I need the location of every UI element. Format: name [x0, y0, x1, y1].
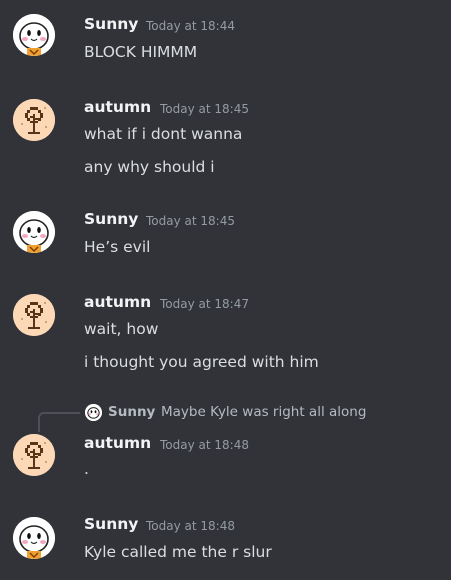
reply-avatar[interactable] — [85, 404, 102, 421]
timestamp: Today at 18:45 — [160, 102, 249, 116]
pixel-tree-avatar-icon — [13, 294, 55, 336]
timestamp: Today at 18:47 — [160, 297, 249, 311]
message-text: He’s evil — [84, 238, 151, 256]
avatar[interactable] — [13, 517, 55, 559]
message-text: BLOCK HIMMM — [84, 43, 198, 61]
pixel-tree-avatar-icon — [13, 99, 55, 141]
message-text: Kyle called me the r slur — [84, 543, 272, 561]
username[interactable]: autumn — [84, 293, 151, 311]
timestamp: Today at 18:44 — [146, 19, 235, 33]
message-text: . — [84, 460, 89, 478]
sunny-avatar-icon — [13, 517, 55, 559]
sunny-avatar-icon — [13, 14, 55, 56]
reply-connector — [38, 412, 80, 432]
message-text: what if i dont wanna — [84, 125, 243, 143]
sunny-avatar-icon — [13, 211, 55, 253]
message-text: any why should i — [84, 158, 215, 176]
reply-username[interactable]: Sunny — [108, 404, 155, 420]
avatar[interactable] — [13, 99, 55, 141]
timestamp: Today at 18:48 — [146, 519, 235, 533]
avatar[interactable] — [13, 14, 55, 56]
avatar[interactable] — [13, 211, 55, 253]
username[interactable]: Sunny — [84, 15, 138, 33]
sunny-avatar-icon — [85, 404, 102, 421]
message-text: i thought you agreed with him — [84, 353, 319, 371]
timestamp: Today at 18:48 — [160, 438, 249, 452]
avatar[interactable] — [13, 434, 55, 476]
message-text: wait, how — [84, 320, 159, 338]
username[interactable]: autumn — [84, 98, 151, 116]
pixel-tree-avatar-icon — [13, 434, 55, 476]
timestamp: Today at 18:45 — [146, 214, 235, 228]
username[interactable]: Sunny — [84, 210, 138, 228]
reply-preview[interactable]: Maybe Kyle was right all along — [161, 404, 366, 420]
avatar[interactable] — [13, 294, 55, 336]
username[interactable]: Sunny — [84, 515, 138, 533]
username[interactable]: autumn — [84, 434, 151, 452]
